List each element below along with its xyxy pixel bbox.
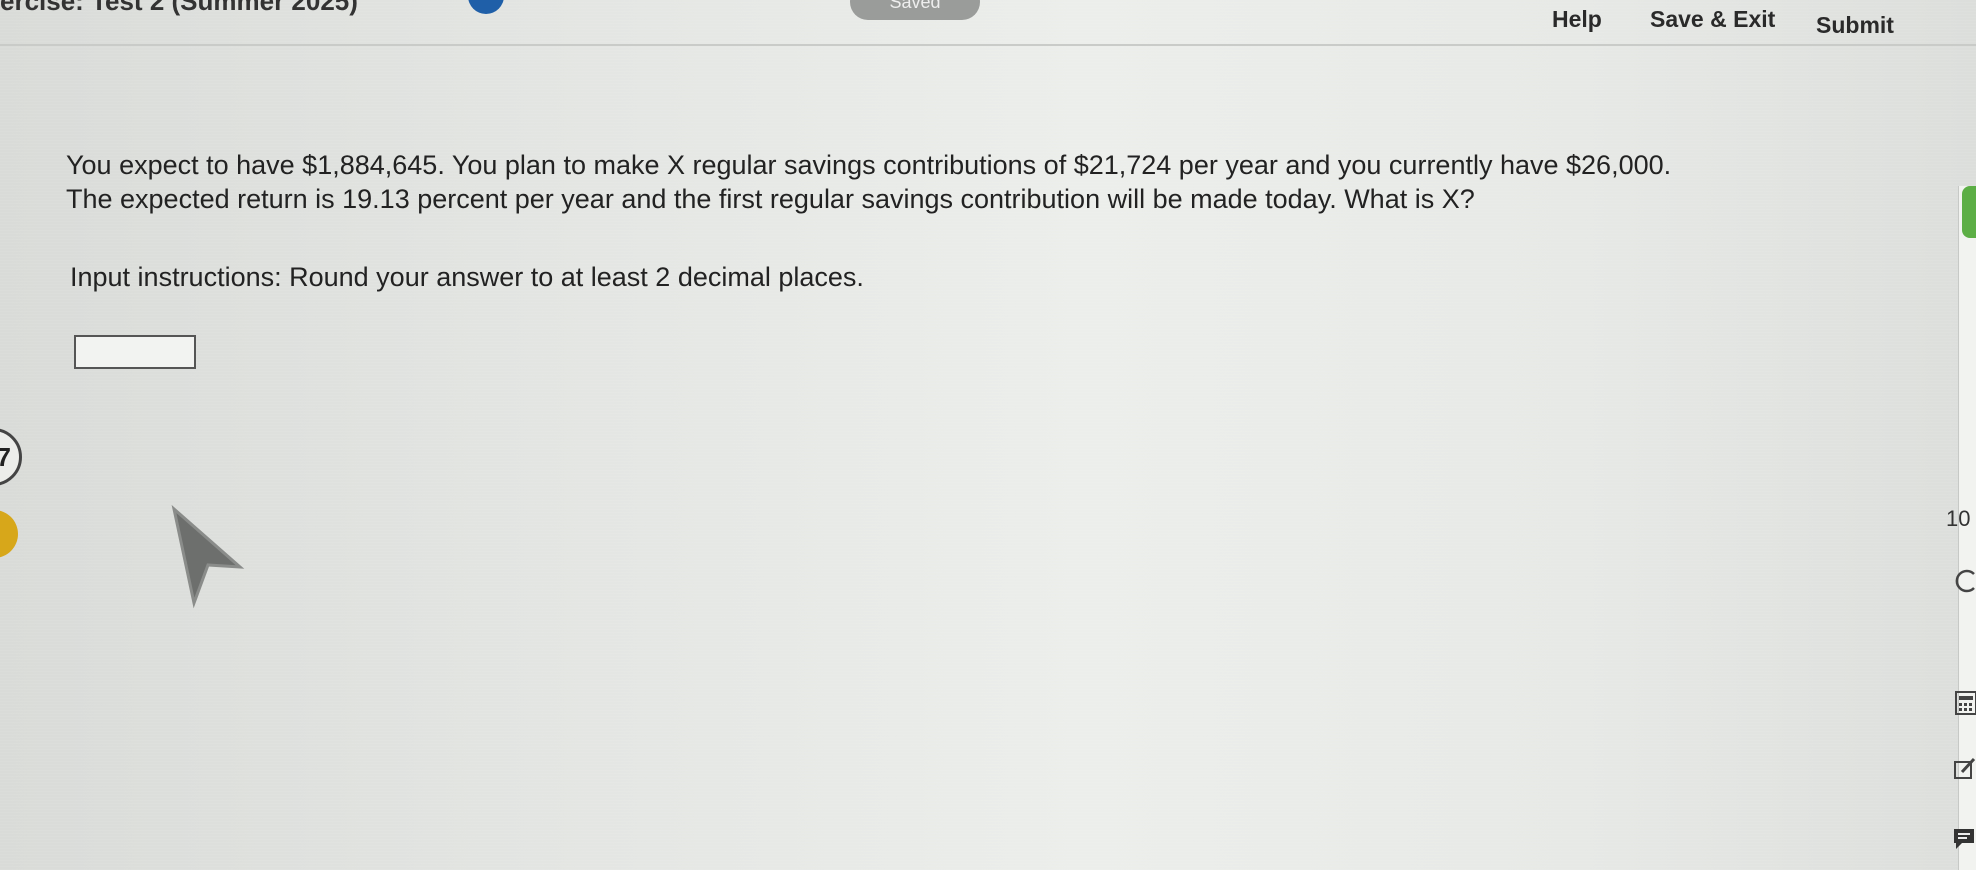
flag-indicator-icon xyxy=(0,510,18,558)
answer-input[interactable] xyxy=(74,335,196,369)
comment-icon[interactable] xyxy=(1952,826,1976,852)
calculator-icon[interactable] xyxy=(1952,690,1976,716)
title-info-badge[interactable] xyxy=(468,0,504,14)
save-exit-button[interactable]: Save & Exit xyxy=(1650,6,1775,33)
assignment-title: ercise: Test 2 (Summer 2025) xyxy=(0,0,358,16)
mouse-cursor-icon xyxy=(171,505,245,609)
question-line-2: The expected return is 19.13 percent per… xyxy=(66,184,1475,214)
edit-icon[interactable] xyxy=(1952,756,1976,782)
info-icon[interactable] xyxy=(1952,568,1976,594)
right-number-label: 10 xyxy=(1946,506,1971,531)
question-text: You expect to have $1,884,645. You plan … xyxy=(66,148,1916,216)
input-instructions: Input instructions: Round your answer to… xyxy=(70,262,864,292)
question-line-1: You expect to have $1,884,645. You plan … xyxy=(66,150,1672,180)
question-number-button[interactable]: 7 xyxy=(0,428,22,486)
help-button[interactable]: Help xyxy=(1552,6,1602,33)
screen-texture xyxy=(0,0,1976,870)
progress-indicator xyxy=(1962,186,1976,238)
top-bar: ercise: Test 2 (Summer 2025) Saved Help … xyxy=(0,0,1976,46)
saved-status-badge: Saved xyxy=(850,0,980,20)
submit-button[interactable]: Submit xyxy=(1816,12,1894,39)
